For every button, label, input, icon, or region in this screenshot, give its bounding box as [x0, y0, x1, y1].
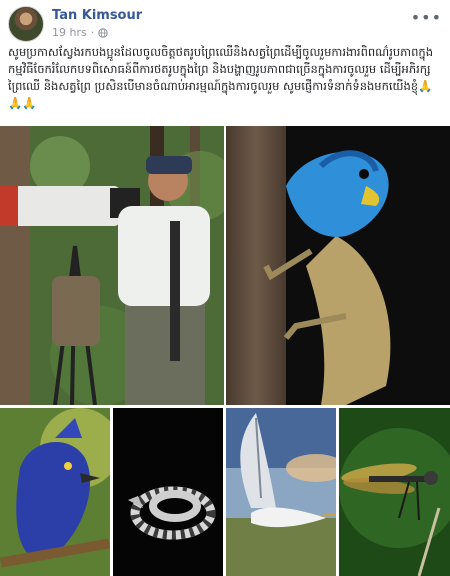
more-options-icon[interactable]: ••• — [411, 8, 442, 27]
author-name-link[interactable]: Tan Kimsour — [52, 8, 142, 23]
post-header: Tan Kimsour 19 hrs · ••• — [8, 6, 442, 42]
gallery-photo-heron[interactable] — [226, 408, 336, 576]
gallery-photo-photographer[interactable] — [0, 126, 224, 405]
post-meta: 19 hrs · — [52, 26, 108, 39]
photo-gallery — [0, 126, 450, 576]
post-timestamp[interactable]: 19 hrs — [52, 26, 87, 39]
dot-separator: · — [90, 26, 95, 39]
gallery-photo-dragonfly[interactable] — [339, 408, 450, 576]
gallery-photo-snake[interactable] — [113, 408, 223, 576]
post-body-text: សូមប្រកាសស្វែងរកបងប្អូនដែលចូលចិត្តថតរូបព… — [8, 45, 434, 110]
author-avatar[interactable] — [8, 6, 44, 42]
globe-icon[interactable] — [98, 27, 108, 38]
gallery-photo-lizard[interactable] — [226, 126, 450, 405]
gallery-photo-blue-bird[interactable] — [0, 408, 110, 576]
